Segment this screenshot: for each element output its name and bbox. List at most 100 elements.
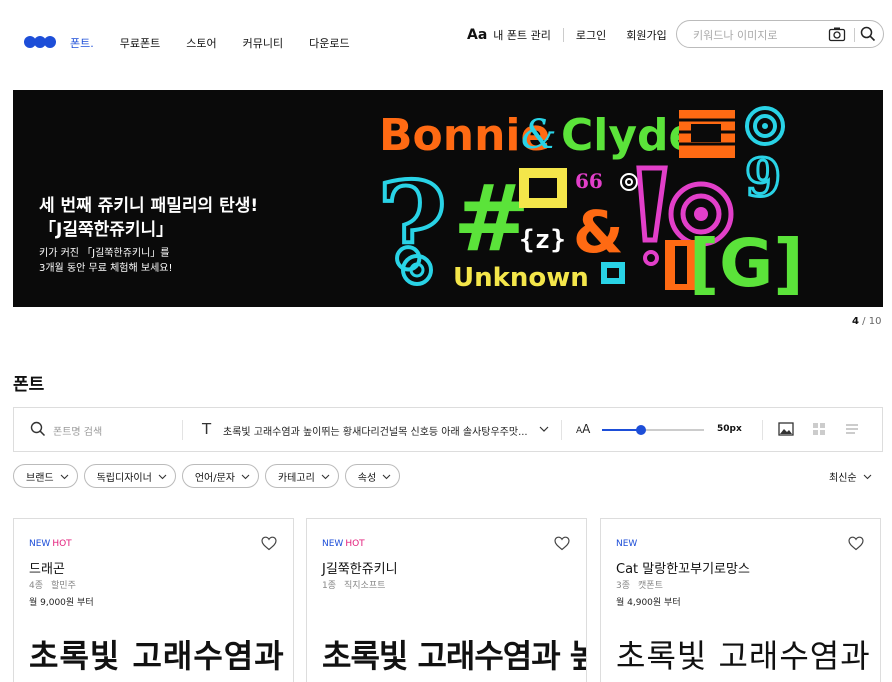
font-maker[interactable]: 할민주	[51, 581, 76, 591]
font-name[interactable]: J길쭉한쥬키니	[322, 558, 398, 577]
font-maker[interactable]: 캣폰트	[638, 581, 663, 591]
badge-hot: HOT	[345, 539, 365, 549]
nav-item-store[interactable]: 스토어	[186, 35, 216, 51]
grid-view-icon[interactable]	[811, 421, 827, 437]
chip-label: 속성	[357, 472, 377, 484]
font-name[interactable]: 드래곤	[29, 558, 65, 577]
font-preview: 초록빛 고래수염과 높이뛰	[322, 637, 586, 675]
chevron-down-icon	[321, 474, 330, 479]
font-preview: 초록빛 고래수염과	[29, 637, 285, 675]
art-amp-small: &	[521, 112, 557, 158]
heart-icon[interactable]	[848, 536, 864, 551]
sort-dropdown[interactable]: 최신순	[829, 469, 872, 484]
image-view-icon[interactable]	[778, 421, 794, 437]
font-price: 월 9,000원 부터	[29, 598, 94, 608]
filter-chips: 브랜드 독립디자이너 언어/문자 카테고리 속성	[13, 464, 406, 488]
chevron-down-icon	[60, 474, 68, 479]
chip-label: 브랜드	[26, 472, 54, 484]
font-card[interactable]: NEW HOT 드래곤 4종 할민주 월 9,000원 부터 초록빛 고래수염과	[13, 518, 294, 682]
filter-indie-designer[interactable]: 독립디자이너	[83, 464, 176, 488]
font-name-search-input[interactable]: 폰트명 검색	[53, 423, 102, 438]
signup-link[interactable]: 회원가입	[626, 27, 666, 43]
badge-new: NEW	[616, 539, 638, 549]
counter-total: 10	[868, 316, 882, 327]
font-count: 1종	[322, 581, 337, 591]
font-card[interactable]: NEWHOT J길쭉한쥬키니 1종 직지소프트 초록빛 고래수염과 높이뛰	[306, 518, 587, 682]
chip-label: 카테고리	[277, 472, 315, 484]
nav-item-fonts[interactable]: 폰트.	[70, 35, 94, 51]
filter-language[interactable]: 언어/문자	[181, 464, 259, 488]
nav-item-download[interactable]: 다운로드	[309, 35, 349, 51]
search-icon[interactable]	[30, 421, 46, 437]
font-manage-icon: Aa	[467, 27, 488, 43]
font-count: 3종	[616, 581, 631, 591]
search-icon[interactable]	[860, 26, 876, 42]
font-size-value: 50px	[717, 424, 742, 434]
art-g: [G]	[689, 225, 804, 302]
banner-sub-line2: 3개월 동안 무료 체험해 보세요!	[39, 263, 173, 274]
badge-new: NEW	[29, 539, 51, 549]
art-question: ?	[377, 156, 447, 297]
promo-banner[interactable]: 세 번째 쥬키니 패밀리의 탄생! 「J길쭉한쥬키니」 키가 커진 「J길쭉한쥬…	[13, 90, 883, 307]
chevron-down-icon	[158, 474, 167, 479]
my-fonts-link[interactable]: 내 폰트 관리	[493, 27, 551, 43]
banner-title-line2: 「J길쭉한쥬키니」	[39, 220, 174, 240]
divider	[182, 420, 183, 440]
nav-item-community[interactable]: 커뮤니티	[243, 35, 283, 51]
section-title: 폰트	[13, 375, 45, 395]
login-link[interactable]: 로그인	[576, 27, 606, 43]
banner-title: 세 번째 쥬키니 패밀리의 탄생! 「J길쭉한쥬키니」	[39, 194, 258, 242]
chip-label: 언어/문자	[194, 472, 235, 484]
font-meta: 1종 직지소프트	[322, 578, 385, 591]
font-maker[interactable]: 직지소프트	[344, 581, 385, 591]
counter-current: 4	[852, 316, 859, 327]
art-z: {z}	[519, 225, 566, 255]
divider	[762, 420, 763, 440]
site-header: 폰트. 무료폰트 스토어 커뮤니티 다운로드 Aa 내 폰트 관리 로그인 회원…	[0, 0, 892, 80]
sample-text-input[interactable]: 초록빛 고래수염과 높이뛰는 황새다리건널목 신호등 아래 솔사탕우주맛...	[223, 423, 543, 438]
font-size-icon-big: A	[582, 422, 591, 436]
font-meta: 3종 캣폰트	[616, 578, 663, 591]
logo[interactable]	[24, 36, 56, 48]
font-card[interactable]: NEW Cat 말랑한꼬부기로망스 3종 캣폰트 월 4,900원 부터 초록빛 …	[600, 518, 881, 682]
chip-label: 독립디자이너	[96, 472, 152, 484]
font-size-icon: AA	[576, 422, 590, 436]
filter-attributes[interactable]: 속성	[344, 464, 401, 488]
chevron-down-icon[interactable]	[539, 425, 549, 433]
font-name[interactable]: Cat 말랑한꼬부기로망스	[616, 558, 750, 577]
slider-fill	[602, 429, 641, 431]
art-unknown: Unknown	[453, 263, 589, 293]
art-quote: 66	[575, 169, 603, 193]
font-size-slider[interactable]	[602, 425, 704, 435]
filter-brand[interactable]: 브랜드	[13, 464, 78, 488]
font-count: 4종	[29, 581, 44, 591]
sort-label: 최신순	[829, 473, 857, 484]
font-meta: 4종 할민주	[29, 578, 76, 591]
header-search[interactable]: 키워드나 이미지로	[676, 20, 884, 48]
banner-counter: 4 / 10	[852, 316, 881, 327]
font-filter-toolbar: 폰트명 검색 T 초록빛 고래수염과 높이뛰는 황새다리건널목 신호등 아래 솔…	[13, 407, 883, 452]
slider-handle[interactable]	[635, 425, 646, 435]
chevron-down-icon	[382, 474, 391, 479]
heart-icon[interactable]	[554, 536, 570, 551]
search-input[interactable]: 키워드나 이미지로	[693, 27, 777, 43]
header-links: Aa 내 폰트 관리 로그인 회원가입	[467, 26, 667, 44]
divider	[561, 420, 562, 440]
camera-icon[interactable]	[828, 26, 846, 42]
nav-item-free-fonts[interactable]: 무료폰트	[120, 35, 160, 51]
banner-sub-line1: 키가 커진 「J길쭉한쥬키니」를	[39, 248, 170, 259]
main-nav: 폰트. 무료폰트 스토어 커뮤니티 다운로드	[70, 35, 376, 51]
font-price: 월 4,900원 부터	[616, 598, 681, 608]
art-hash: #	[453, 165, 530, 272]
list-view-icon[interactable]	[844, 421, 860, 437]
text-icon: T	[202, 420, 212, 438]
filter-category[interactable]: 카테고리	[264, 464, 339, 488]
banner-artwork: Bonnie & Clyde ? # 66 {z} & 9 Unknown [G…	[375, 106, 804, 302]
art-amp-big: &	[573, 198, 624, 266]
badges: NEW HOT	[322, 539, 365, 549]
heart-icon[interactable]	[261, 536, 277, 551]
banner-title-line1: 세 번째 쥬키니 패밀리의 탄생!	[39, 196, 259, 216]
font-preview: 초록빛 고래수염과 높이	[616, 637, 880, 675]
divider	[854, 28, 855, 42]
divider	[562, 28, 564, 42]
